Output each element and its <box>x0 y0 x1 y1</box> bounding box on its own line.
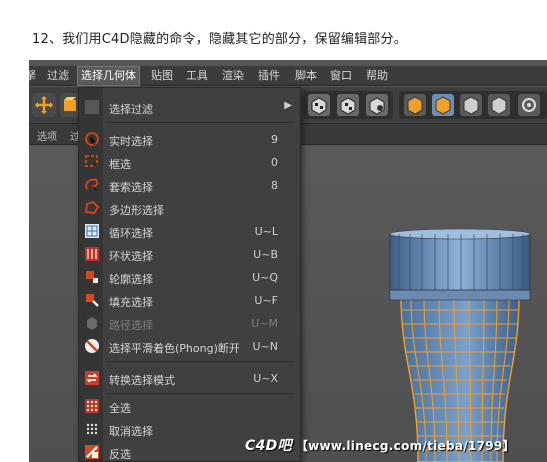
menu-tools[interactable]: 工具 <box>186 68 208 84</box>
menu-item-polygon-selection[interactable]: 多边形选择 <box>79 197 300 220</box>
menu-item-shortcut: U~M <box>251 317 278 330</box>
invert-selection-icon <box>85 445 99 459</box>
move-icon <box>35 96 53 114</box>
select-all-icon <box>85 399 99 413</box>
menu-separator <box>105 393 295 394</box>
menu-item-convert-selection[interactable]: 转换选择模式 U~X <box>79 367 300 390</box>
tutorial-caption: 12、我们用C4D隐藏的命令，隐藏其它的部分，保留编辑部分。 <box>32 32 407 47</box>
polygon-selection-icon <box>84 200 100 215</box>
viewport-options-label[interactable]: 选项 <box>37 128 57 143</box>
menu-item-label: 套索选择 <box>109 181 153 194</box>
menu-item-phong-break-selection[interactable]: 选择平滑着色(Phong)断开 U~N <box>79 335 300 358</box>
menu-bar: 拏 过滤 选择几何体 贴图 工具 渲染 插件 脚本 窗口 帮助 <box>29 66 547 86</box>
menu-script[interactable]: 脚本 <box>295 68 317 84</box>
rectangle-selection-icon <box>85 155 98 167</box>
menu-item-shortcut: U~X <box>253 372 278 385</box>
menu-item-label: 全选 <box>109 402 131 415</box>
live-selection-icon <box>85 132 99 146</box>
render-settings-icon[interactable] <box>365 93 389 117</box>
menu-item-label: 填充选择 <box>109 296 153 309</box>
menu-item-fill-selection[interactable]: 填充选择 U~F <box>79 289 300 312</box>
select-geometry-dropdown: 选择过滤 ▶ 实时选择 9 框选 0 套索选择 8 多边形选择 循环选择 U~L <box>78 87 301 462</box>
path-selection-icon <box>87 317 97 330</box>
menu-item-shortcut: 9 <box>271 133 278 146</box>
menu-filter[interactable]: 过滤 <box>47 68 69 84</box>
render-view-icon[interactable] <box>307 93 331 117</box>
menu-plugins[interactable]: 插件 <box>258 68 280 84</box>
menu-help[interactable]: 帮助 <box>366 68 388 84</box>
menu-render[interactable]: 渲染 <box>222 68 244 84</box>
watermark-brand: C4D吧 <box>245 438 292 454</box>
menu-item-label: 取消选择 <box>109 425 153 438</box>
menu-item-label: 环状选择 <box>109 250 153 263</box>
menu-item-shortcut: U~Q <box>252 271 278 284</box>
menu-item-label: 轮廓选择 <box>109 273 153 286</box>
menu-item-shortcut: U~F <box>254 294 278 307</box>
cube-mode-icon[interactable] <box>403 93 427 117</box>
menu-item-outline-selection[interactable]: 轮廓选择 U~Q <box>79 266 300 289</box>
menu-item-label: 路径选择 <box>109 319 153 332</box>
menu-separator <box>105 122 295 123</box>
menu-item-rectangle-selection[interactable]: 框选 0 <box>79 151 300 174</box>
menu-item-shortcut: U~L <box>254 225 278 238</box>
loop-selection-icon <box>85 224 99 238</box>
menu-item-live-selection[interactable]: 实时选择 9 <box>79 128 300 151</box>
render-buttons-group <box>303 91 393 119</box>
fill-selection-icon <box>86 294 99 307</box>
render-picture-viewer-icon[interactable] <box>336 93 360 117</box>
menu-item-label: 框选 <box>109 158 131 171</box>
c4d-window: 拏 过滤 选择几何体 贴图 工具 渲染 插件 脚本 窗口 帮助 选项 过 选择过… <box>29 60 547 462</box>
submenu-icon <box>85 100 99 114</box>
outline-selection-icon <box>86 271 98 283</box>
phong-break-icon <box>85 339 99 353</box>
menu-item-lasso-selection[interactable]: 套索选择 8 <box>79 174 300 197</box>
settings-icon[interactable] <box>517 93 541 117</box>
menu-item-loop-selection[interactable]: 循环选择 U~L <box>79 220 300 243</box>
menu-item-shortcut: U~B <box>253 248 278 261</box>
cube-mode-active-icon[interactable] <box>431 93 455 117</box>
menu-item-shortcut: 0 <box>271 156 278 169</box>
menu-item-label: 反选 <box>109 448 131 461</box>
ring-selection-icon <box>85 247 99 261</box>
mode-buttons-group <box>399 91 547 119</box>
menu-texture[interactable]: 贴图 <box>151 68 173 84</box>
menu-item-shortcut: U~N <box>252 340 279 353</box>
cube-edge-icon[interactable] <box>459 93 483 117</box>
menu-window[interactable]: 窗口 <box>330 68 352 84</box>
chevron-right-icon: ▶ <box>284 100 292 111</box>
menu-item-path-selection: 路径选择 U~M <box>79 312 300 335</box>
watermark-url: 【www.linecg.com/tieba/1799】 <box>295 439 515 453</box>
menu-item-selection-filter[interactable]: 选择过滤 ▶ <box>79 96 300 119</box>
menu-partial[interactable]: 拏 <box>29 68 36 84</box>
menu-item-label: 选择过滤 <box>109 103 153 116</box>
menu-item-label: 实时选择 <box>109 135 153 148</box>
menu-item-ring-selection[interactable]: 环状选择 U~B <box>79 243 300 266</box>
move-tool-button[interactable] <box>32 93 56 117</box>
menu-item-shortcut: 8 <box>271 179 278 192</box>
cube-tool-icon <box>64 97 76 111</box>
menu-item-label: 选择平滑着色(Phong)断开 <box>109 342 240 355</box>
cube-point-icon[interactable] <box>487 93 511 117</box>
deselect-all-icon <box>86 423 98 435</box>
scale-tool-button[interactable] <box>60 93 78 117</box>
menu-select-geometry[interactable]: 选择几何体 <box>77 66 140 86</box>
menu-item-select-all[interactable]: 全选 <box>79 395 300 418</box>
menu-separator <box>105 361 295 362</box>
lasso-selection-icon <box>85 178 99 190</box>
convert-selection-icon <box>85 371 99 385</box>
menu-item-label: 多边形选择 <box>109 204 164 217</box>
menu-item-label: 转换选择模式 <box>109 374 175 387</box>
menu-item-label: 循环选择 <box>109 227 153 240</box>
watermark: C4D吧 【www.linecg.com/tieba/1799】 <box>245 435 515 455</box>
